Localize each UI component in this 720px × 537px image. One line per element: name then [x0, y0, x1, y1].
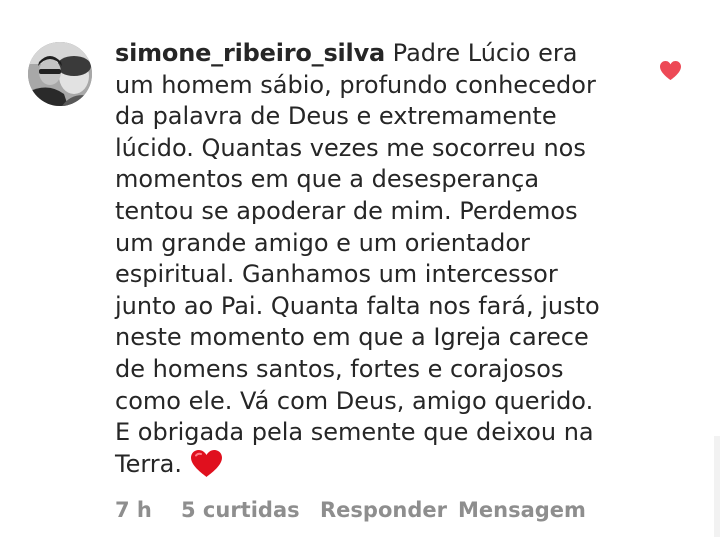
comment-line: um grande amigo e um orientador [115, 228, 530, 257]
comment-line: espiritual. Ganhamos um intercessor [115, 260, 558, 289]
likes-count-button[interactable]: 5 curtidas [181, 498, 300, 522]
message-button[interactable]: Mensagem [458, 498, 586, 522]
comment-line: neste momento em que a Igreja carece [115, 323, 589, 352]
comment-line: de homens santos, fortes e corajosos [115, 354, 564, 383]
scrollbar[interactable] [714, 436, 720, 537]
red-heart-emoji-icon [190, 449, 223, 487]
comment-line: da palavra de Deus e extremamente [115, 102, 557, 131]
comment-text: simone_ribeiro_silva Padre Lúcio era um … [115, 38, 625, 486]
comment-line: momentos em que a desesperança [115, 165, 540, 194]
comment-line: lúcido. Quantas vezes me socorreu nos [115, 133, 586, 162]
avatar[interactable] [28, 42, 92, 106]
comment-line: simone_ribeiro_silva Padre Lúcio era [115, 39, 578, 67]
comment-line: E obrigada pela semente que deixou na [115, 418, 594, 447]
comment-line: Terra. [115, 449, 625, 487]
comment-line: tentou se apoderar de mim. Perdemos [115, 196, 578, 225]
comment-timestamp: 7 h [115, 498, 152, 522]
comment-username[interactable]: simone_ribeiro_silva [115, 39, 385, 67]
heart-icon[interactable] [659, 60, 682, 81]
comment-line: um homem sábio, profundo conhecedor [115, 70, 596, 99]
profile-photo [28, 42, 92, 106]
reply-button[interactable]: Responder [320, 498, 447, 522]
comment-line: junto ao Pai. Quanta falta nos fará, jus… [115, 291, 600, 320]
comment-line: como ele. Vá com Deus, amigo querido. [115, 386, 594, 415]
